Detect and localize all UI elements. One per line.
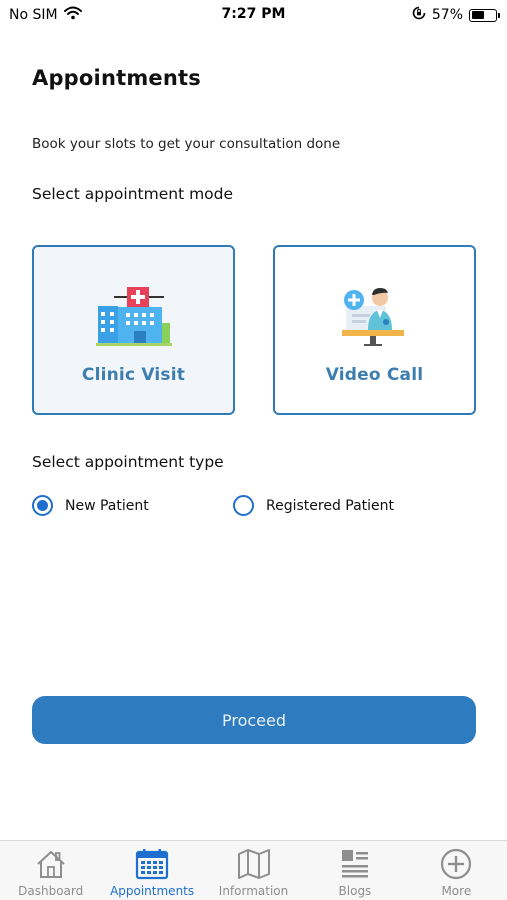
battery-icon (469, 8, 500, 22)
tab-bar: Dashboard Appointments Information Blogs… (0, 840, 507, 900)
video-call-card[interactable]: Video Call (273, 245, 476, 415)
calendar-icon (136, 849, 169, 880)
radio-selected-dot (37, 500, 48, 511)
video-call-label: Video Call (325, 365, 424, 385)
tab-dashboard-label: Dashboard (18, 884, 84, 898)
type-section-label: Select appointment type (32, 453, 224, 471)
tab-information[interactable]: Information (203, 841, 304, 900)
page-title: Appointments (32, 66, 201, 90)
proceed-button[interactable]: Proceed (32, 696, 476, 744)
tab-more-label: More (441, 884, 472, 898)
mode-section-label: Select appointment mode (32, 185, 234, 203)
article-icon (341, 850, 368, 878)
map-icon (237, 849, 270, 879)
registered-patient-label: Registered Patient (266, 497, 395, 514)
tab-blogs[interactable]: Blogs (304, 841, 405, 900)
doctor-video-icon (341, 285, 408, 351)
orientation-lock-icon (412, 6, 426, 24)
new-patient-label: New Patient (65, 497, 149, 514)
new-patient-option[interactable]: New Patient (32, 495, 149, 516)
new-patient-radio[interactable] (32, 495, 53, 516)
tab-information-label: Information (218, 884, 289, 898)
tab-more[interactable]: More (406, 841, 507, 900)
home-icon (37, 851, 65, 878)
tab-appointments-label: Appointments (110, 884, 195, 898)
page-subtitle: Book your slots to get your consultation… (32, 136, 341, 152)
clinic-visit-card[interactable]: Clinic Visit (32, 245, 235, 415)
tab-dashboard[interactable]: Dashboard (0, 841, 101, 900)
registered-patient-radio[interactable] (233, 495, 254, 516)
tab-appointments[interactable]: Appointments (101, 841, 202, 900)
plus-circle-icon (441, 848, 472, 880)
clinic-visit-label: Clinic Visit (81, 365, 186, 385)
tab-blogs-label: Blogs (338, 884, 372, 898)
battery-fill (471, 11, 485, 19)
registered-patient-option[interactable]: Registered Patient (233, 495, 394, 516)
hospital-icon (95, 285, 172, 351)
battery-percent: 57% (431, 7, 463, 23)
status-right: 57% (412, 6, 500, 24)
status-bar: No SIM 7:27 PM 57% (0, 0, 507, 30)
